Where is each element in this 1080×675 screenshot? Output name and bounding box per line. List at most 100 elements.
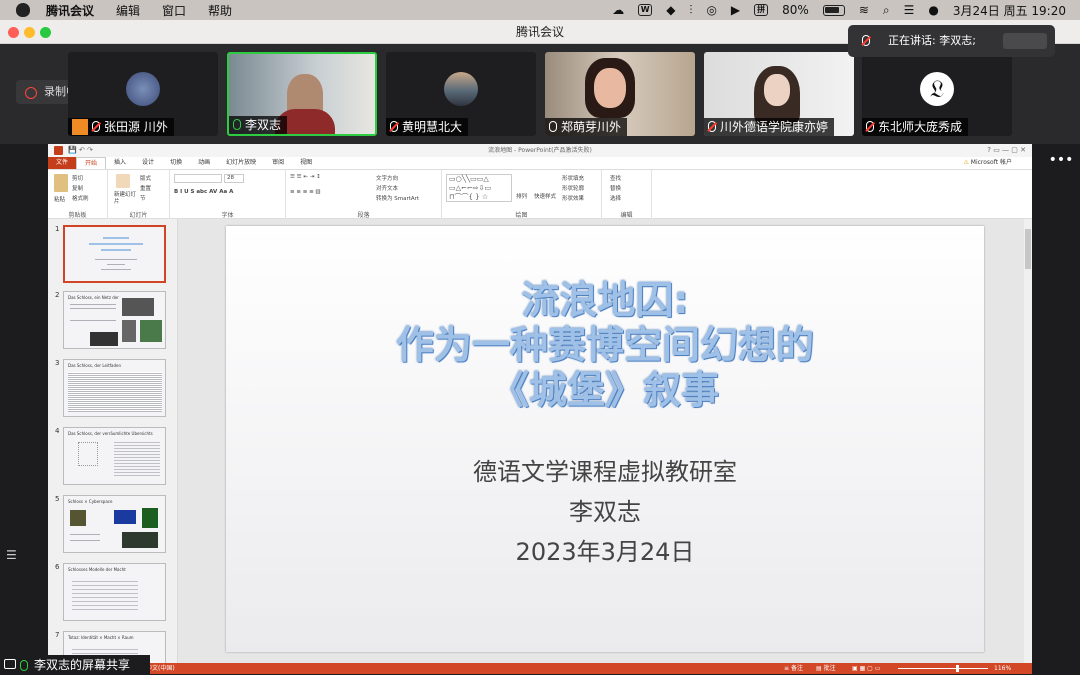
slide-author[interactable]: 李双志 bbox=[226, 492, 984, 527]
participant-name-text: 黄明慧北大 bbox=[402, 120, 463, 134]
cube-icon[interactable]: ◆ bbox=[666, 3, 675, 17]
smartart-button[interactable]: 转换为 SmartArt bbox=[376, 194, 419, 202]
screen-share-text: 李双志的屏幕共享 bbox=[34, 658, 131, 672]
shape-fill-button[interactable]: 形状填充 bbox=[562, 174, 584, 182]
slide-thumbnail-5[interactable]: Schloss × Cyberspace bbox=[63, 495, 166, 553]
zoom-window-button[interactable] bbox=[40, 27, 51, 38]
comments-label: 批注 bbox=[823, 665, 836, 672]
menu-help[interactable]: 帮助 bbox=[208, 2, 232, 19]
shape-outline-button[interactable]: 形状轮廓 bbox=[562, 184, 584, 192]
current-slide[interactable]: 流浪地囚: 作为一种赛博空间幻想的 《城堡》叙事 德语文学课程虚拟教研室 李双志… bbox=[226, 226, 984, 652]
zoom-level[interactable]: 116% bbox=[994, 663, 1011, 674]
tab-transitions[interactable]: 切换 bbox=[162, 157, 190, 169]
menu-app-name[interactable]: 腾讯会议 bbox=[46, 2, 94, 19]
close-window-button[interactable] bbox=[8, 27, 19, 38]
thumb-figure bbox=[78, 442, 98, 466]
slide-subtitle[interactable]: 德语文学课程虚拟教研室 bbox=[226, 452, 984, 487]
thumb-line bbox=[101, 269, 131, 270]
mic-on-icon bbox=[20, 660, 28, 671]
status-language[interactable]: 中文(中国) bbox=[146, 663, 175, 674]
section-button[interactable]: 节 bbox=[140, 194, 146, 202]
paste-button[interactable]: 粘贴 bbox=[54, 195, 65, 203]
new-slide-button[interactable]: 新建幻灯片 bbox=[114, 192, 138, 206]
slide-title-line: 流浪地囚: bbox=[521, 278, 689, 322]
battery-icon[interactable] bbox=[822, 4, 845, 16]
list-icon[interactable]: ☰ bbox=[6, 548, 22, 562]
participant-tile-active[interactable]: 李双志 bbox=[227, 52, 377, 136]
zoom-slider-thumb[interactable] bbox=[956, 665, 959, 672]
thumb-number: 7 bbox=[55, 631, 60, 639]
align-buttons[interactable]: ≡ ≡ ≡ ≡ ▥ bbox=[290, 189, 321, 195]
group-clipboard: 粘贴 剪切 复制 格式刷 剪贴板 bbox=[48, 170, 108, 220]
font-format-buttons[interactable]: B I U S abc AV Aa A bbox=[174, 189, 233, 195]
tab-view[interactable]: 视图 bbox=[292, 157, 320, 169]
quick-styles-button[interactable]: 快速样式 bbox=[534, 192, 556, 200]
window-controls[interactable]: ? ▭ — ▢ ✕ bbox=[987, 144, 1026, 157]
thumb-image bbox=[90, 332, 118, 346]
sliders-icon[interactable]: ⫶ bbox=[689, 3, 692, 18]
tab-review[interactable]: 审阅 bbox=[264, 157, 292, 169]
minimize-window-button[interactable] bbox=[24, 27, 35, 38]
menu-edit[interactable]: 编辑 bbox=[116, 2, 140, 19]
search-icon[interactable]: ⌕ bbox=[883, 3, 890, 18]
replace-button[interactable]: 替换 bbox=[610, 184, 621, 192]
quick-access-icons[interactable]: 💾 ↶ ↷ bbox=[68, 144, 93, 157]
slide-thumbnail-4[interactable]: Das Schloss, der verräumlichte Ubersicht… bbox=[63, 427, 166, 485]
participant-tile[interactable]: 张田源 川外 bbox=[68, 52, 218, 136]
slide-thumbnail-1[interactable] bbox=[63, 225, 166, 283]
align-text-button[interactable]: 对齐文本 bbox=[376, 184, 398, 192]
control-center-icon[interactable]: ☰ bbox=[904, 3, 915, 17]
wifi-icon[interactable]: ≋ bbox=[859, 3, 869, 17]
text-direction-button[interactable]: 文字方向 bbox=[376, 174, 398, 182]
layout-button[interactable]: 版式 bbox=[140, 174, 151, 182]
apple-icon[interactable] bbox=[16, 3, 30, 17]
slide-thumbnail-6[interactable]: Schlosses Modelle der Macht bbox=[63, 563, 166, 621]
airdrop-icon[interactable]: ◎ bbox=[706, 3, 716, 17]
find-button[interactable]: 查找 bbox=[610, 174, 621, 182]
more-options-button[interactable]: ••• bbox=[1046, 150, 1076, 170]
format-painter-button[interactable]: 格式刷 bbox=[72, 194, 89, 202]
ime-indicator[interactable]: 拼 bbox=[754, 4, 769, 16]
avatar bbox=[126, 72, 160, 106]
participant-tile[interactable]: 郑萌芽川外 bbox=[545, 52, 695, 136]
zoom-slider[interactable] bbox=[898, 668, 988, 669]
account-label[interactable]: ⚠ Microsoft 帐户 bbox=[963, 157, 1032, 169]
select-button[interactable]: 选择 bbox=[610, 194, 621, 202]
slide-title[interactable]: 流浪地囚: 作为一种赛博空间幻想的 《城堡》叙事 bbox=[226, 278, 984, 413]
reset-button[interactable]: 重置 bbox=[140, 184, 151, 192]
copy-button[interactable]: 复制 bbox=[72, 184, 83, 192]
tab-design[interactable]: 设计 bbox=[134, 157, 162, 169]
cloud-icon[interactable]: ☁ bbox=[612, 3, 624, 17]
wps-icon[interactable]: W bbox=[638, 4, 653, 16]
participant-tile[interactable]: 黄明慧北大 bbox=[386, 52, 536, 136]
participant-tile[interactable]: 𝔏 东北师大庞秀成 bbox=[862, 52, 1012, 136]
play-icon[interactable]: ▶ bbox=[731, 3, 740, 17]
scroll-thumb[interactable] bbox=[1025, 229, 1031, 269]
group-font: 28 B I U S abc AV Aa A 字体 bbox=[170, 170, 286, 220]
list-buttons[interactable]: ☰ ☰ ⇤ ⇥ ↕ bbox=[290, 174, 321, 180]
tab-slideshow[interactable]: 幻灯片放映 bbox=[218, 157, 264, 169]
font-name-select[interactable] bbox=[174, 174, 222, 183]
datetime[interactable]: 3月24日 周五 19:20 bbox=[953, 2, 1066, 19]
notes-button[interactable]: ≡ 备注 bbox=[784, 663, 803, 674]
siri-icon[interactable]: ● bbox=[928, 3, 938, 17]
vertical-scrollbar[interactable] bbox=[1024, 219, 1032, 663]
shape-effects-button[interactable]: 形状效果 bbox=[562, 194, 584, 202]
participant-tile[interactable]: 川外德语学院康亦婷 bbox=[704, 52, 854, 136]
slide-date[interactable]: 2023年3月24日 bbox=[226, 532, 984, 567]
slide-thumbnail-3[interactable]: Das Schloss, der Leitfaden bbox=[63, 359, 166, 417]
tab-file[interactable]: 文件 bbox=[48, 157, 77, 169]
arrange-button[interactable]: 排列 bbox=[516, 192, 527, 200]
cut-button[interactable]: 剪切 bbox=[72, 174, 83, 182]
tab-home[interactable]: 开始 bbox=[76, 157, 107, 169]
view-buttons[interactable]: ▣ ▦ ▢ ▭ bbox=[852, 663, 880, 674]
font-size-select[interactable]: 28 bbox=[224, 174, 244, 183]
menu-window[interactable]: 窗口 bbox=[162, 2, 186, 19]
tab-animations[interactable]: 动画 bbox=[190, 157, 218, 169]
comments-button[interactable]: ▤ 批注 bbox=[816, 663, 836, 674]
shapes-gallery[interactable]: ▭○╲╲▭▭△ ▭△⌐⌐⇨⇩▭ ⊓⌒⌒{ } ☆ bbox=[446, 174, 512, 202]
new-slide-icon[interactable] bbox=[116, 174, 130, 188]
tab-insert[interactable]: 插入 bbox=[106, 157, 134, 169]
slide-thumbnail-2[interactable]: Das Schloss, ein Netz der bbox=[63, 291, 166, 349]
paste-icon[interactable] bbox=[54, 174, 68, 192]
